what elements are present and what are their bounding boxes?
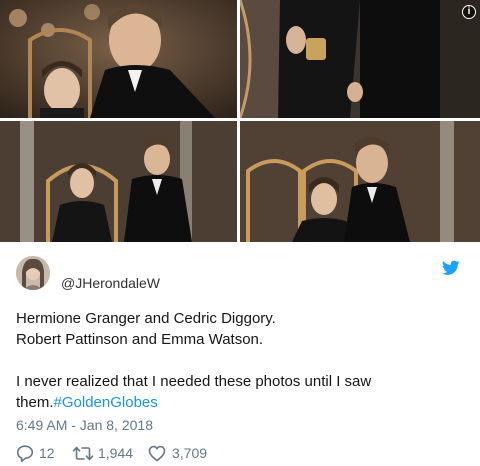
like-icon [148, 445, 166, 462]
like-count: 3,709 [172, 445, 208, 461]
photo-1[interactable] [0, 0, 237, 118]
info-icon[interactable]: i [462, 5, 476, 19]
tweet-text-line-4: them.#GoldenGlobes [16, 392, 158, 413]
twitter-bird-icon[interactable] [441, 260, 460, 276]
tweet-text-line-1: Hermione Granger and Cedric Diggory. [16, 310, 276, 327]
photo-2[interactable]: i [240, 0, 480, 118]
timestamp[interactable]: 6:49 AM - Jan 8, 2018 [16, 417, 153, 433]
tweet-text-line-4-text: them. [16, 394, 54, 411]
retweet-icon [72, 446, 94, 461]
hashtag-link[interactable]: #GoldenGlobes [54, 394, 158, 411]
tweet-text-line-3: I never realized that I needed these pho… [16, 373, 372, 390]
tweet-text-line-2: Robert Pattinson and Emma Watson. [16, 331, 264, 348]
retweet-count: 1,944 [98, 445, 134, 461]
tweet-card: i @JHerondaleW Hermione Granger and Cedr… [0, 0, 480, 466]
photo-grid: i [0, 0, 480, 242]
photo-3[interactable] [0, 121, 237, 242]
avatar[interactable] [16, 256, 50, 290]
reply-count: 12 [39, 445, 55, 461]
user-handle[interactable]: @JHerondaleW [61, 275, 160, 291]
reply-icon [16, 445, 34, 462]
photo-4[interactable] [240, 121, 480, 242]
tweet-body: @JHerondaleW Hermione Granger and Cedric… [0, 242, 480, 466]
